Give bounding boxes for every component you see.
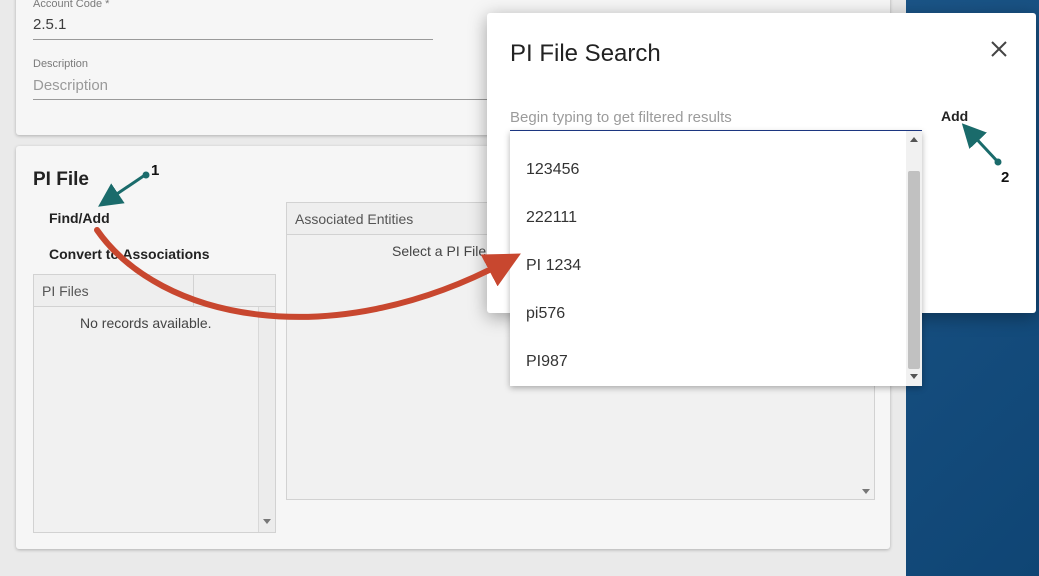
dropdown-scroll-down-icon[interactable]	[910, 374, 918, 379]
associated-scroll-down-icon[interactable]	[862, 489, 870, 494]
result-item[interactable]: 222111	[510, 194, 906, 242]
description-label: Description	[33, 58, 89, 70]
dropdown-scroll-up-icon[interactable]	[910, 137, 918, 142]
pi-files-grid: PI Files No records available.	[33, 274, 276, 533]
result-item[interactable]: PI987	[510, 338, 906, 386]
convert-to-associations-button[interactable]: Convert to Associations	[49, 246, 210, 262]
result-item[interactable]: 123456	[510, 146, 906, 194]
pi-files-grid-header: PI Files	[34, 275, 275, 307]
search-results-dropdown: 123456 222111 PI 1234 pi576 PI987	[510, 131, 922, 386]
result-item[interactable]: PI 1234	[510, 242, 906, 290]
associated-message: Select a PI File	[392, 243, 487, 259]
result-item[interactable]: pi576	[510, 290, 906, 338]
account-code-underline	[33, 39, 433, 40]
dropdown-scrollbar[interactable]	[906, 131, 922, 386]
pi-files-empty-message: No records available.	[80, 315, 212, 331]
description-input[interactable]: Description	[33, 77, 108, 94]
pi-files-header-label: PI Files	[42, 283, 89, 299]
account-code-value[interactable]: 2.5.1	[33, 16, 66, 33]
scroll-up-icon[interactable]	[263, 313, 271, 318]
description-underline	[33, 99, 503, 100]
dropdown-scroll-thumb[interactable]	[908, 171, 920, 369]
pi-file-search-input[interactable]	[510, 105, 922, 131]
pi-files-scrollbar[interactable]	[258, 307, 275, 532]
scroll-down-icon[interactable]	[263, 519, 271, 524]
dialog-title: PI File Search	[510, 40, 661, 67]
associated-header-label: Associated Entities	[295, 211, 414, 227]
account-code-label: Account Code *	[33, 0, 110, 10]
close-icon[interactable]	[987, 37, 1011, 61]
add-button[interactable]: Add	[941, 108, 968, 124]
find-add-button[interactable]: Find/Add	[49, 210, 110, 226]
pi-file-title: PI File	[33, 169, 89, 190]
column-divider	[193, 275, 194, 306]
